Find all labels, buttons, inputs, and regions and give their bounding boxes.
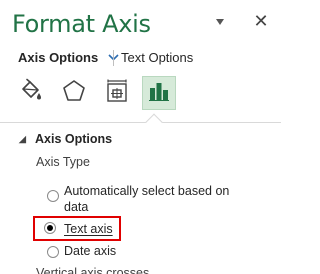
tab-separator — [113, 50, 114, 66]
paint-bucket-icon — [18, 78, 44, 109]
collapse-caret-icon: ◢ — [19, 134, 26, 144]
bar-chart-icon — [147, 79, 171, 108]
tab-text-options[interactable]: Text Options — [121, 50, 193, 66]
section-divider — [0, 122, 281, 123]
auto-select-label-line2[interactable]: data — [64, 199, 88, 215]
auto-select-radio[interactable] — [47, 190, 59, 202]
auto-select-label-line1[interactable]: Automatically select based on — [64, 183, 229, 199]
vertical-axis-crosses-label: Vertical axis crosses — [36, 266, 150, 274]
tab-axis-options[interactable]: Axis Options — [18, 50, 119, 68]
axis-options-icon-tab[interactable] — [142, 76, 176, 110]
tab-axis-options-label: Axis Options — [18, 50, 99, 65]
pentagon-icon — [61, 78, 87, 109]
text-axis-highlight-box — [33, 216, 121, 241]
selected-tab-pointer — [145, 113, 163, 131]
axis-options-section-header[interactable]: ◢ Axis Options — [19, 132, 112, 146]
pane-title: Format Axis — [12, 10, 151, 38]
axis-type-label: Axis Type — [36, 155, 90, 169]
close-button[interactable]: ✕ — [250, 11, 272, 33]
date-axis-radio[interactable] — [47, 246, 59, 258]
date-axis-label[interactable]: Date axis — [64, 243, 116, 259]
size-properties-icon — [104, 78, 130, 109]
effects-tab[interactable] — [57, 76, 91, 110]
section-title: Axis Options — [35, 132, 113, 146]
close-icon: ✕ — [253, 11, 269, 32]
fill-line-tab[interactable] — [14, 76, 48, 110]
chevron-down-icon[interactable] — [212, 15, 228, 29]
size-properties-tab[interactable] — [100, 76, 134, 110]
